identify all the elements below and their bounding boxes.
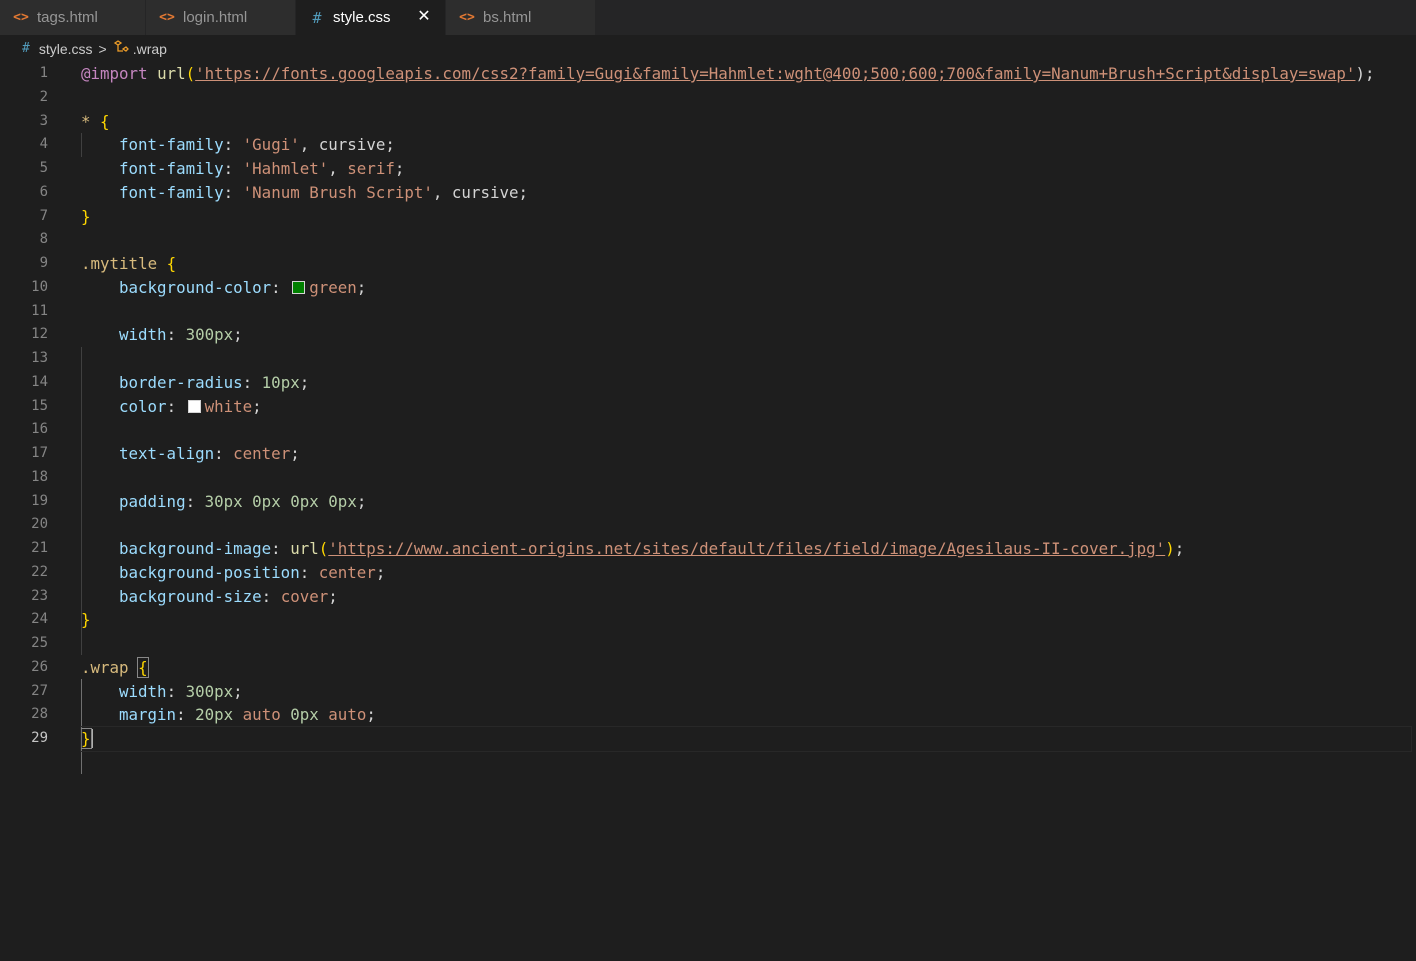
breadcrumb: # style.css > .wrap xyxy=(0,35,1416,62)
line-number: 18 xyxy=(31,468,48,485)
line-number: 2 xyxy=(39,88,48,105)
code-line: background-image: url('https://www.ancie… xyxy=(119,539,1185,558)
code-line: font-family: 'Hahmlet', serif; xyxy=(119,159,405,178)
line-number: 16 xyxy=(31,421,48,438)
code-line: .wrap { xyxy=(81,656,149,678)
breadcrumb-symbol[interactable]: .wrap xyxy=(133,41,167,57)
breadcrumb-file[interactable]: style.css xyxy=(39,41,93,57)
line-number: 17 xyxy=(31,445,48,461)
color-swatch[interactable] xyxy=(292,280,306,294)
line-number: 15 xyxy=(31,397,48,414)
line-number: 19 xyxy=(31,492,48,509)
line-number: 11 xyxy=(31,302,48,319)
code-line: width: 300px; xyxy=(119,681,243,701)
line-number: 5 xyxy=(39,160,48,176)
line-number-gutter: 1 2 3 4 5 6 7 8 9 10 11 12 13 14 15 16 1… xyxy=(0,62,70,751)
line-number: 9 xyxy=(39,255,48,271)
line-number: 23 xyxy=(31,587,48,604)
code-line: @import url('https://fonts.googleapis.co… xyxy=(81,64,1375,83)
line-number: 4 xyxy=(39,136,48,153)
tab-style-css[interactable]: # style.css ✕ xyxy=(296,0,446,35)
line-number: 28 xyxy=(31,706,48,723)
line-number: 21 xyxy=(31,540,48,556)
code-line: margin: 20px auto 0px auto; xyxy=(119,705,376,725)
tab-label: tags.html xyxy=(37,9,98,26)
line-number: 20 xyxy=(31,516,48,533)
chevron-right-icon: > xyxy=(98,40,107,57)
html-file-icon: <> xyxy=(159,10,175,25)
code-line: } xyxy=(81,610,91,630)
line-number: 6 xyxy=(39,183,48,200)
code-line: .mytitle { xyxy=(81,254,177,273)
close-icon[interactable]: ✕ xyxy=(415,7,433,27)
code-line: background-color: green; xyxy=(119,277,367,297)
code-line: font-family: 'Gugi', cursive; xyxy=(119,135,395,155)
html-file-icon: <> xyxy=(13,10,29,25)
css-file-icon: # xyxy=(22,41,30,56)
code-line: background-position: center; xyxy=(119,562,386,582)
code-line: color: white; xyxy=(119,396,262,416)
code-line-current: } xyxy=(80,726,1412,752)
tab-login-html[interactable]: <> login.html xyxy=(146,0,296,35)
code-line: border-radius: 10px; xyxy=(119,372,310,392)
code-line: width: 300px; xyxy=(119,325,243,345)
symbol-class-icon xyxy=(113,40,129,57)
tab-label: login.html xyxy=(183,9,248,26)
code-line: background-size: cover; xyxy=(119,586,338,606)
css-file-icon: # xyxy=(312,8,322,27)
code-line: } xyxy=(81,206,91,226)
tab-label: bs.html xyxy=(483,9,532,26)
line-number: 22 xyxy=(31,563,48,580)
line-number: 10 xyxy=(31,278,48,295)
color-swatch[interactable] xyxy=(187,399,201,413)
line-number: 26 xyxy=(31,658,48,675)
line-number: 24 xyxy=(31,611,48,628)
tab-label: style.css xyxy=(333,9,391,26)
line-number: 7 xyxy=(39,207,48,224)
editor-tab-bar: <> tags.html <> login.html # style.css ✕… xyxy=(0,0,1416,35)
code-line: font-family: 'Nanum Brush Script', cursi… xyxy=(119,182,528,202)
line-number: 1 xyxy=(39,65,48,81)
line-number: 25 xyxy=(31,635,48,651)
code-line: text-align: center; xyxy=(119,444,300,463)
code-line: padding: 30px 0px 0px 0px; xyxy=(119,491,367,511)
line-number: 27 xyxy=(31,682,48,699)
line-number: 8 xyxy=(39,231,48,248)
text-cursor xyxy=(90,729,93,748)
code-editor[interactable]: @import url('https://fonts.googleapis.co… xyxy=(80,62,1412,774)
tab-bs-html[interactable]: <> bs.html xyxy=(446,0,596,35)
line-number: 3 xyxy=(39,112,48,129)
line-number: 29 xyxy=(31,730,48,746)
code-line: * { xyxy=(81,111,110,131)
tab-tags-html[interactable]: <> tags.html xyxy=(0,0,146,35)
line-number: 13 xyxy=(31,350,48,366)
html-file-icon: <> xyxy=(459,10,475,25)
line-number: 12 xyxy=(31,326,48,343)
line-number: 14 xyxy=(31,373,48,390)
